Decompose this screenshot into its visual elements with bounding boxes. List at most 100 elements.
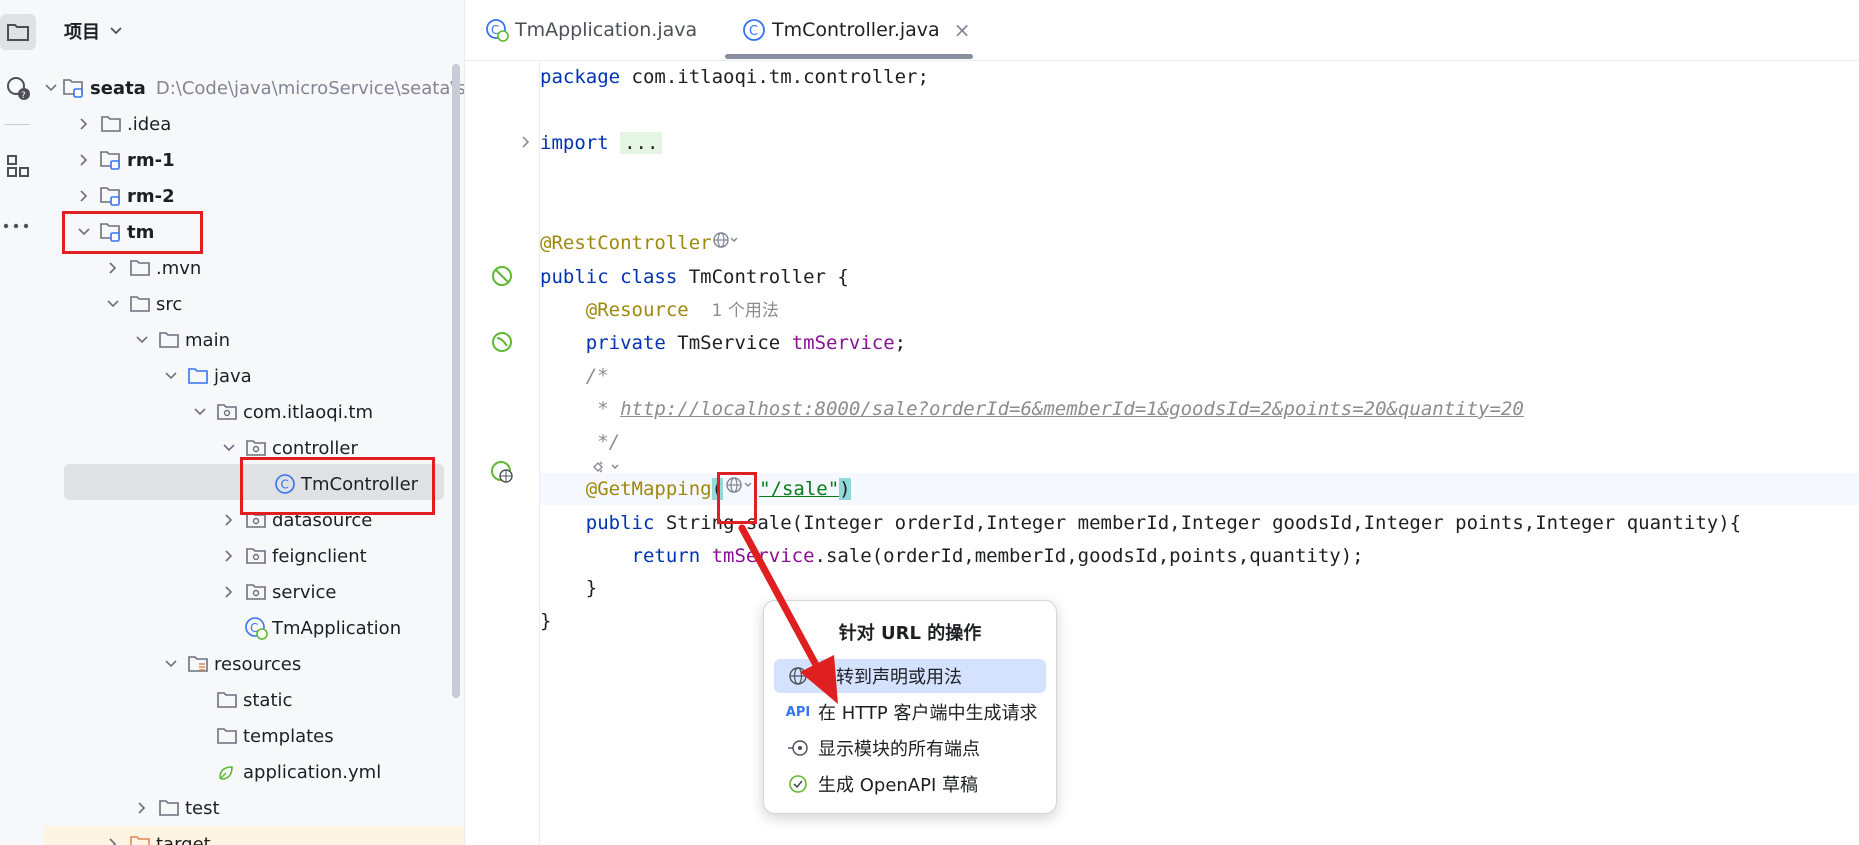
code-editor[interactable]: package com.itlaoqi.tm.controller; impor…	[540, 61, 1859, 845]
folder-icon	[99, 112, 123, 136]
tree-item-label: static	[243, 689, 293, 711]
code-line-16: }	[585, 577, 598, 599]
tree-item-com-itlaoqi-tm[interactable]: com.itlaoqi.tm	[44, 394, 464, 430]
chevron-right-icon[interactable]	[102, 833, 124, 845]
popup-item-generate-http-request[interactable]: API 在 HTTP 客户端中生成请求	[774, 695, 1046, 729]
folder-icon	[157, 796, 181, 820]
more-tools-icon[interactable]	[0, 210, 32, 242]
services-tool-icon[interactable]: ?	[2, 72, 34, 104]
code-line-8: @Resource 1 个用法	[585, 299, 779, 321]
tree-item-seata[interactable]: seata D:\Code\java\microService\seata\sea	[44, 70, 464, 106]
code-line-1: package com.itlaoqi.tm.controller;	[540, 66, 929, 88]
tab-tmcontroller[interactable]: C TmController.java ×	[742, 0, 970, 60]
tree-item-java[interactable]: java	[44, 358, 464, 394]
module-folder-icon	[99, 148, 123, 172]
tree-item-rm-1[interactable]: rm-1	[44, 142, 464, 178]
tree-item-label: java	[214, 365, 252, 387]
project-panel-header[interactable]: 项目	[64, 18, 122, 44]
folded-imports[interactable]: ...	[620, 132, 663, 154]
chevron-down-icon[interactable]	[218, 437, 240, 459]
chevron-right-icon[interactable]	[218, 509, 240, 531]
active-tab-indicator	[725, 54, 973, 59]
spring-class-icon: C	[244, 616, 268, 640]
divider	[4, 124, 30, 125]
structure-tool-icon[interactable]	[2, 150, 34, 182]
bean-gutter-icon[interactable]	[490, 264, 514, 292]
tree-item-label: .idea	[127, 113, 172, 135]
tree-item-path: D:\Code\java\microService\seata\sea	[155, 77, 465, 99]
code-line-6: @RestController	[540, 227, 740, 259]
usage-hint[interactable]: 1 个用法	[712, 301, 779, 321]
project-scrollbar[interactable]	[452, 64, 460, 698]
folder-icon	[215, 688, 239, 712]
chevron-down-icon[interactable]	[131, 329, 153, 351]
chevron-right-icon[interactable]	[218, 581, 240, 603]
close-icon[interactable]: ×	[954, 18, 971, 42]
code-line-17: }	[540, 610, 552, 632]
popup-item-label: 显示模块的所有端点	[818, 739, 980, 760]
chevron-right-icon[interactable]	[102, 257, 124, 279]
chevron-right-icon[interactable]	[73, 113, 95, 135]
tree-item-service[interactable]: service	[44, 574, 464, 610]
tree-item-feignclient[interactable]: feignclient	[44, 538, 464, 574]
tree-item-label: controller	[272, 437, 358, 459]
folder-icon	[128, 292, 152, 316]
highlight-box-url-icon	[717, 472, 757, 524]
tree-item-application-yml[interactable]: application.yml	[44, 754, 464, 790]
tree-item-rm-2[interactable]: rm-2	[44, 178, 464, 214]
popup-item-show-endpoints[interactable]: 显示模块的所有端点	[774, 731, 1046, 765]
editor-gutter	[465, 61, 540, 845]
excluded-folder-icon	[128, 832, 152, 845]
popup-title: 针对 URL 的操作	[838, 623, 982, 644]
chevron-right-icon[interactable]	[131, 797, 153, 819]
chevron-down-icon[interactable]	[189, 401, 211, 423]
code-line-3: import ...	[540, 127, 663, 159]
chevron-right-icon[interactable]	[218, 545, 240, 567]
tree-item-label: resources	[214, 653, 302, 675]
code-line-12: */	[585, 431, 621, 453]
tree-item-label: application.yml	[243, 761, 382, 783]
chevron-down-icon[interactable]	[44, 77, 58, 99]
chevron-right-icon[interactable]	[73, 185, 95, 207]
editor-tabs: C TmApplication.java C TmController.java…	[465, 0, 1859, 61]
tree-item-label: rm-2	[127, 185, 175, 207]
tree-item-mvn[interactable]: .mvn	[44, 250, 464, 286]
class-icon: C	[743, 19, 765, 41]
project-tool-icon[interactable]	[0, 14, 36, 50]
fold-chevron-icon[interactable]	[521, 134, 531, 153]
tree-item-label: rm-1	[127, 149, 175, 171]
comment-url-link[interactable]: http://localhost:8000/sale?orderId=6&mem…	[620, 398, 1524, 420]
tree-item-label: templates	[243, 725, 334, 747]
resources-folder-icon	[186, 652, 210, 676]
code-line-15: return tmService.sale(orderId,memberId,g…	[631, 545, 1364, 567]
popup-item-generate-openapi[interactable]: 生成 OpenAPI 草稿	[774, 767, 1046, 801]
tree-item-target[interactable]: target	[44, 826, 464, 845]
tree-item-label: src	[156, 293, 183, 315]
chevron-down-icon	[110, 27, 122, 35]
tree-item-test[interactable]: test	[44, 790, 464, 826]
module-folder-icon	[99, 184, 123, 208]
tab-tmapplication[interactable]: C TmApplication.java	[485, 0, 697, 60]
autowired-gutter-icon[interactable]	[490, 330, 514, 358]
endpoint-gutter-icon[interactable]	[490, 460, 514, 488]
tree-item-src[interactable]: src	[44, 286, 464, 322]
chevron-down-icon[interactable]	[102, 293, 124, 315]
code-line-13: @GetMapping("/sale")	[540, 473, 851, 505]
tree-item-resources[interactable]: resources	[44, 646, 464, 682]
tree-item-label: TmApplication	[272, 617, 402, 639]
tree-item-static[interactable]: static	[44, 682, 464, 718]
chevron-down-icon[interactable]	[160, 653, 182, 675]
chevron-right-icon[interactable]	[73, 149, 95, 171]
tree-item-main[interactable]: main	[44, 322, 464, 358]
popup-item-goto-declaration[interactable]: 跳转到声明或用法	[774, 659, 1046, 693]
tree-item-idea[interactable]: .idea	[44, 106, 464, 142]
chevron-down-icon[interactable]	[160, 365, 182, 387]
tree-item-templates[interactable]: templates	[44, 718, 464, 754]
globe-icon[interactable]	[712, 228, 740, 260]
tree-item-tmapplication[interactable]: C TmApplication	[44, 610, 464, 646]
popup-item-label: 在 HTTP 客户端中生成请求	[818, 703, 1038, 724]
source-folder-icon	[186, 364, 210, 388]
